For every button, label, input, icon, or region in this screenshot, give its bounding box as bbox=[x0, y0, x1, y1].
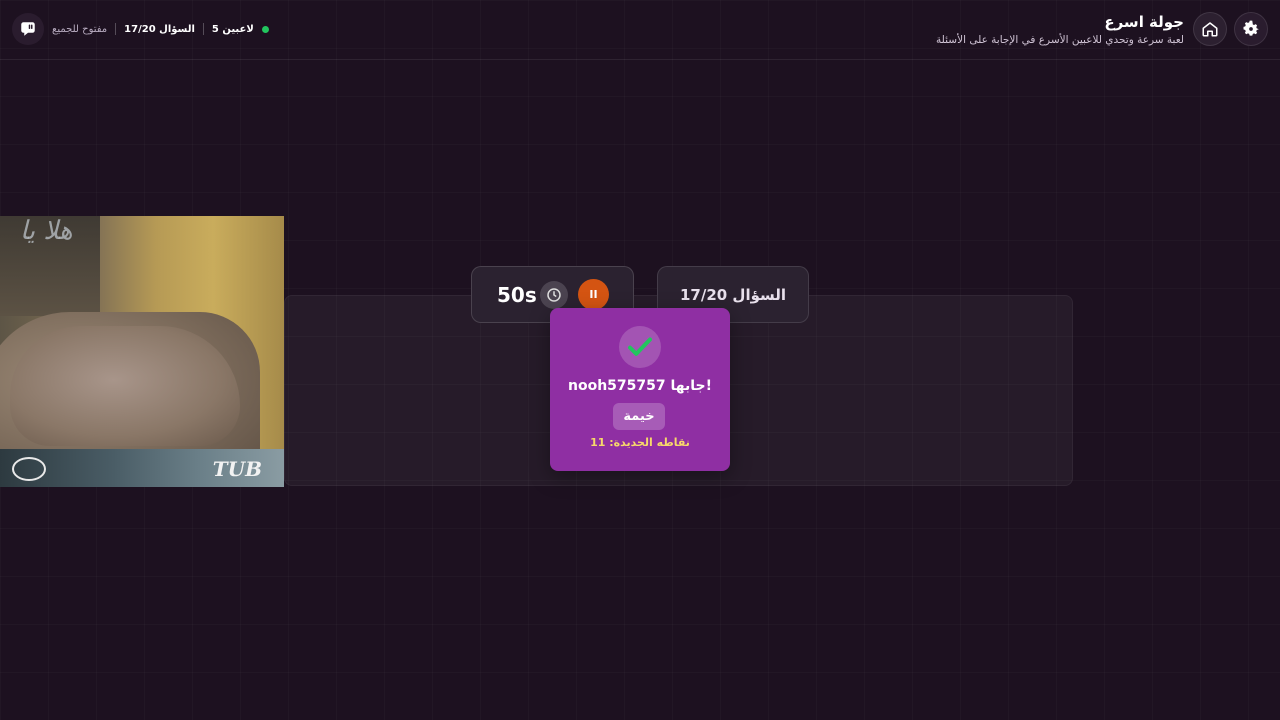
question-counter: السؤال 17/20 bbox=[124, 23, 195, 35]
home-icon bbox=[1202, 22, 1218, 37]
webcam-cushion bbox=[10, 326, 240, 446]
check-icon bbox=[628, 337, 652, 356]
divider bbox=[115, 23, 117, 35]
app-title-block: جولة اسرع لعبة سرعة وتحدي للاعبين الأسرع… bbox=[936, 12, 1184, 48]
timer-value: 50s bbox=[497, 283, 537, 307]
players-count: 5 لاعبين bbox=[211, 23, 254, 35]
gear-icon bbox=[1243, 20, 1259, 36]
home-button[interactable] bbox=[1193, 12, 1227, 46]
correct-answer-popup: nooh575757 جابها! خيمة نقاطه الجديدة: 11 bbox=[550, 308, 730, 471]
app-title: جولة اسرع bbox=[1104, 13, 1184, 31]
check-circle bbox=[619, 326, 661, 368]
question-label: السؤال 17/20 bbox=[679, 285, 787, 304]
chat-icon bbox=[21, 22, 35, 36]
webcam-feed: هلا يا TUB bbox=[0, 216, 284, 487]
pause-button[interactable]: II bbox=[578, 279, 609, 310]
clock-icon bbox=[540, 281, 568, 309]
settings-button[interactable] bbox=[1234, 12, 1268, 46]
webcam-overlay-bar: TUB bbox=[0, 449, 284, 487]
divider bbox=[202, 23, 204, 35]
game-status-bar: مفتوح للجميع السؤال 17/20 5 لاعبين bbox=[12, 13, 269, 45]
webcam-logo-right: TUB bbox=[212, 457, 262, 481]
top-bar: جولة اسرع لعبة سرعة وتحدي للاعبين الأسرع… bbox=[0, 0, 1280, 60]
mode-label: مفتوح للجميع bbox=[52, 23, 108, 35]
webcam-wall-text: هلا يا bbox=[20, 216, 73, 246]
webcam-logo-left bbox=[12, 457, 46, 481]
winner-message: nooh575757 جابها! bbox=[568, 378, 712, 394]
new-points-text: نقاطه الجديدة: 11 bbox=[590, 436, 690, 449]
answer-chip: خيمة bbox=[613, 403, 665, 430]
online-indicator bbox=[261, 25, 269, 33]
chat-button[interactable] bbox=[12, 13, 44, 45]
app-subtitle: لعبة سرعة وتحدي للاعبين الأسرع في الإجاب… bbox=[936, 34, 1184, 46]
